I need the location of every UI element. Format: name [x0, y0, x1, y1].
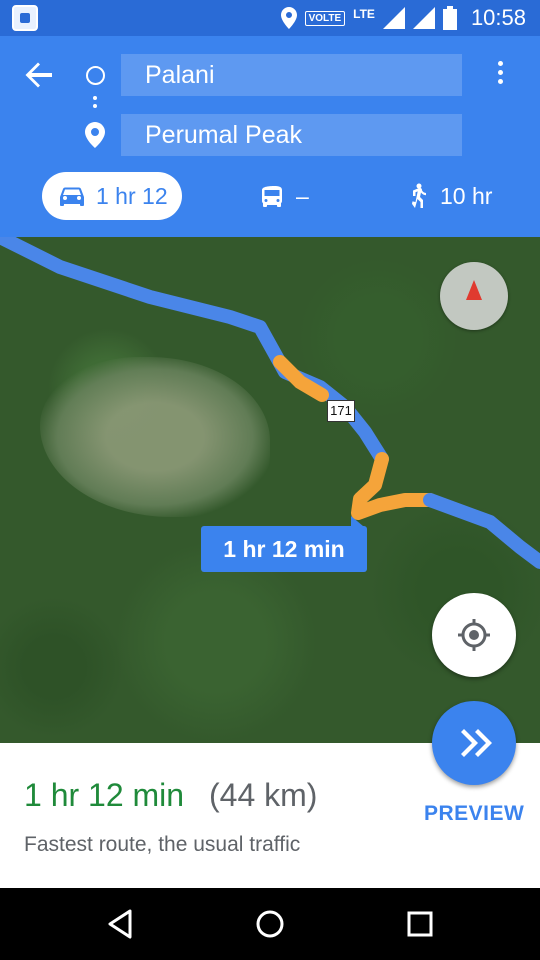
route-time-bubble[interactable]: 1 hr 12 min — [201, 516, 367, 572]
signal-icon — [382, 7, 405, 29]
travel-mode-tabs: 1 hr 12 – 10 hr — [0, 172, 540, 220]
network-type: LTE — [353, 7, 375, 21]
start-navigation-button[interactable] — [432, 701, 516, 785]
car-icon — [60, 187, 84, 206]
signal-icon-2 — [412, 7, 435, 29]
status-icons: VOLTE LTE 10:58 — [280, 0, 526, 36]
origin-circle-icon — [86, 66, 105, 85]
bus-icon — [262, 186, 282, 207]
volte-badge: VOLTE — [304, 10, 346, 26]
transit-duration: – — [296, 182, 309, 209]
my-location-button[interactable] — [432, 593, 516, 677]
app-notification-icon — [12, 5, 38, 31]
origin-field[interactable]: Palani — [121, 54, 462, 96]
directions-header: Palani Perumal Peak 1 hr 12 – 10 hr — [0, 36, 540, 237]
route-duration: 1 hr 12 min — [24, 777, 185, 813]
more-options-icon[interactable] — [488, 58, 512, 92]
home-circle-icon[interactable] — [250, 904, 290, 944]
destination-field[interactable]: Perumal Peak — [121, 114, 462, 156]
tab-transit[interactable]: – — [262, 172, 309, 220]
clock: 10:58 — [470, 5, 526, 30]
walk-duration: 10 hr — [440, 182, 493, 209]
double-chevron-right-icon — [461, 729, 492, 757]
compass-button[interactable] — [440, 262, 508, 330]
preview-button[interactable]: PREVIEW — [424, 802, 524, 826]
route-description: Fastest route, the usual traffic — [24, 833, 301, 856]
status-bar: VOLTE LTE 10:58 — [0, 0, 540, 36]
route-connector-dots — [93, 96, 97, 116]
drive-duration: 1 hr 12 — [96, 182, 168, 209]
back-triangle-icon[interactable] — [100, 904, 140, 944]
my-location-icon — [458, 619, 490, 651]
tab-walk[interactable]: 10 hr — [408, 172, 492, 220]
tab-drive[interactable]: 1 hr 12 — [42, 172, 182, 220]
location-icon — [280, 7, 297, 29]
battery-icon — [442, 6, 457, 30]
back-arrow-icon[interactable] — [22, 58, 56, 92]
destination-pin-icon — [85, 122, 105, 148]
recents-square-icon[interactable] — [400, 904, 440, 944]
system-nav-bar — [0, 888, 540, 960]
walking-person-icon — [412, 183, 426, 208]
map-view[interactable]: 171 1 hr 12 min — [0, 237, 540, 743]
road-number-shield: 171 — [327, 400, 355, 422]
route-distance: (44 km) — [209, 777, 318, 813]
